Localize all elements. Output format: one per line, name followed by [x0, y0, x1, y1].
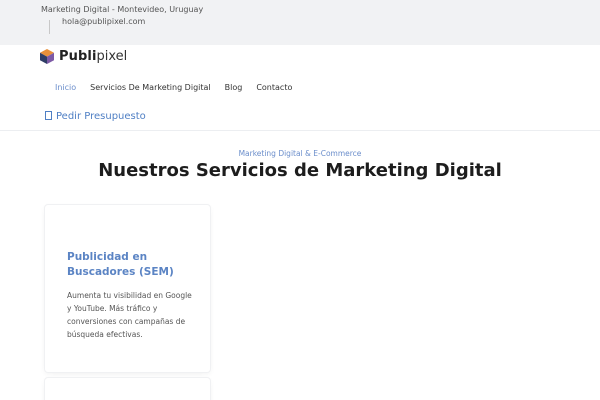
location-text: Marketing Digital - Montevideo, Uruguay — [41, 5, 204, 14]
service-card-description: Aumenta tu visibilidad en Google y YouTu… — [67, 291, 192, 339]
request-quote-button[interactable]: Pedir Presupuesto — [45, 111, 146, 122]
site-logo[interactable]: Publi pixel — [40, 48, 127, 64]
cube-logo-icon — [40, 48, 54, 64]
nav-item-blog[interactable]: Blog — [225, 83, 243, 92]
nav-item-inicio[interactable]: Inicio — [55, 83, 76, 92]
email-link[interactable]: hola@publipixel.com — [62, 17, 145, 26]
logo-text-bold: Publi — [59, 48, 97, 64]
service-card[interactable] — [45, 378, 210, 400]
document-icon — [45, 111, 52, 120]
main-nav: Inicio Servicios De Marketing Digital Bl… — [55, 83, 306, 92]
nav-item-contacto[interactable]: Contacto — [256, 83, 292, 92]
service-card[interactable]: Publicidad en Buscadores (SEM) Aumenta t… — [45, 205, 210, 372]
nav-item-servicios[interactable]: Servicios De Marketing Digital — [90, 83, 210, 92]
top-bar-divider — [49, 20, 50, 34]
section-kicker: Marketing Digital & E-Commerce — [238, 149, 362, 158]
section-title: Nuestros Servicios de Marketing Digital — [98, 160, 502, 181]
service-card-title[interactable]: Publicidad en Buscadores (SEM) — [67, 250, 197, 280]
logo-text-light: pixel — [96, 48, 128, 64]
header-divider — [0, 130, 600, 131]
top-bar: Marketing Digital - Montevideo, Uruguay … — [0, 0, 600, 45]
request-quote-label: Pedir Presupuesto — [56, 111, 146, 122]
